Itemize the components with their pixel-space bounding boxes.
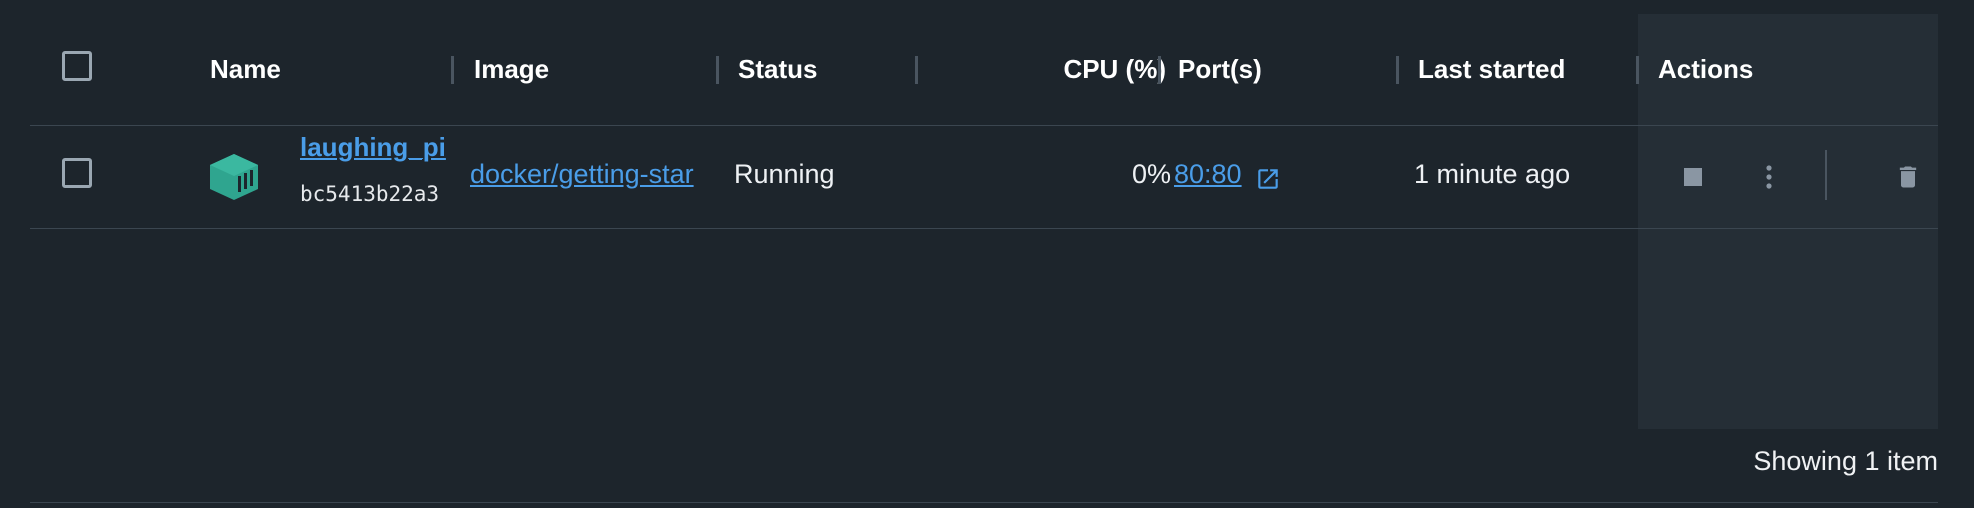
status-text: Running — [734, 159, 835, 189]
last-started-text: 1 minute ago — [1414, 159, 1571, 189]
external-link-icon[interactable] — [1255, 166, 1281, 192]
column-resize-handle[interactable] — [716, 56, 719, 84]
items-count: Showing 1 item — [1753, 446, 1938, 476]
column-header-actions: Actions — [1658, 54, 1754, 84]
actions-divider — [1825, 150, 1827, 200]
container-id: bc5413b22a3 — [300, 182, 440, 206]
more-vertical-icon[interactable] — [1758, 162, 1780, 192]
stop-icon[interactable] — [1684, 168, 1702, 186]
column-header-last-started[interactable]: Last started — [1418, 14, 1565, 125]
column-resize-handle[interactable] — [1396, 56, 1399, 84]
container-name-link[interactable]: laughing_pi — [300, 132, 446, 163]
column-header-cpu[interactable]: CPU (%) — [1002, 14, 1166, 125]
table-row[interactable]: laughing_pi bc5413b22a3 docker/getting-s… — [30, 126, 1938, 229]
column-resize-handle[interactable] — [1158, 56, 1161, 84]
column-resize-handle[interactable] — [1636, 56, 1639, 84]
image-link[interactable]: docker/getting-star — [470, 159, 694, 190]
row-select-checkbox[interactable] — [62, 158, 92, 188]
select-all-checkbox[interactable] — [62, 51, 92, 81]
container-icon — [210, 154, 258, 200]
port-link[interactable]: 80:80 — [1174, 159, 1242, 190]
column-header-name[interactable]: Name — [210, 14, 281, 125]
column-resize-handle[interactable] — [451, 56, 454, 84]
table-header-row: Name Image Status CPU (%) Port(s) Last s… — [30, 14, 1938, 126]
trash-icon[interactable] — [1894, 162, 1922, 192]
containers-table: Name Image Status CPU (%) Port(s) Last s… — [30, 0, 1938, 508]
column-resize-handle[interactable] — [915, 56, 918, 84]
column-header-status[interactable]: Status — [738, 14, 817, 125]
cpu-usage: 0% — [1131, 159, 1171, 189]
column-header-ports[interactable]: Port(s) — [1178, 14, 1262, 125]
column-header-image[interactable]: Image — [474, 14, 549, 125]
table-bottom-border — [30, 502, 1938, 503]
